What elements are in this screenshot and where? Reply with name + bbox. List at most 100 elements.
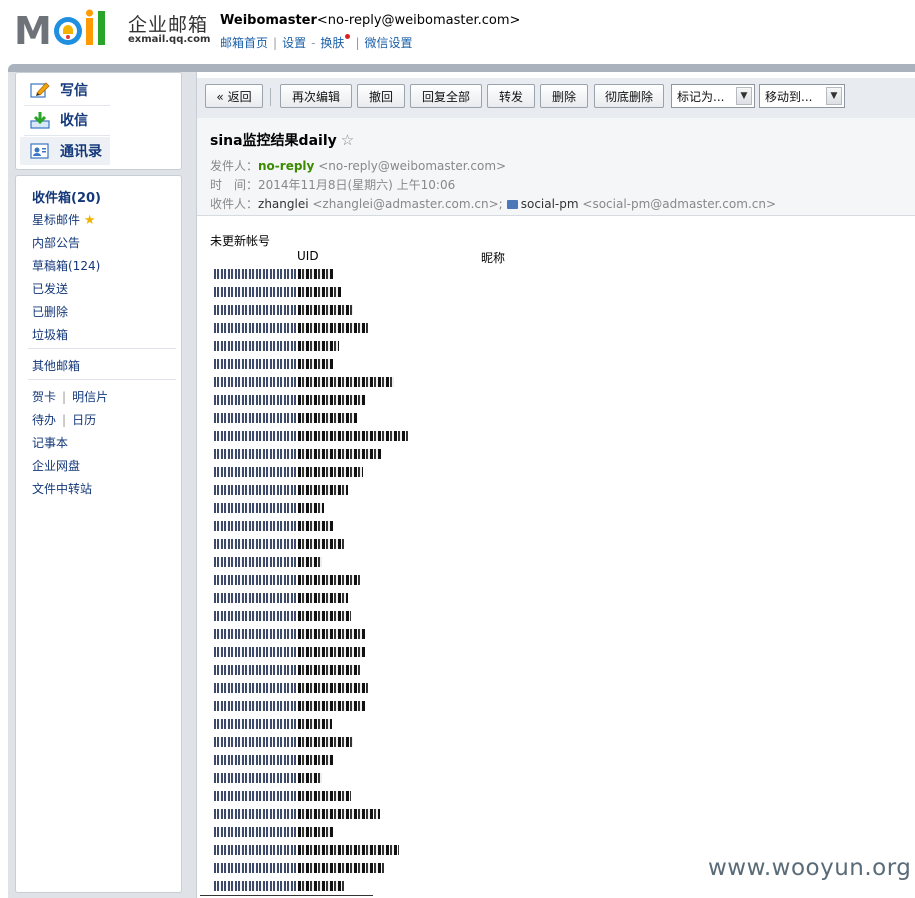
table-row <box>214 715 408 733</box>
chevron-down-icon: ▼ <box>826 87 842 105</box>
redacted-uid <box>214 629 296 639</box>
chevron-down-icon: ▼ <box>736 87 752 105</box>
tool-file-transfer[interactable]: 文件中转站 <box>32 480 92 497</box>
redacted-nickname <box>298 377 394 387</box>
receive-button[interactable]: 收信 <box>30 108 88 132</box>
redacted-uid <box>214 791 296 801</box>
redacted-nickname <box>298 791 351 801</box>
link-wechat-settings[interactable]: 微信设置 <box>364 36 412 50</box>
message-header: sina监控结果daily ☆ 发件人：no-reply <no-reply@we… <box>197 118 915 216</box>
redacted-nickname <box>298 575 360 585</box>
tools-row-2: 待办 | 日历 <box>32 411 96 428</box>
folder-spam[interactable]: 垃圾箱 <box>32 326 68 343</box>
reedit-button[interactable]: 再次编辑 <box>280 84 352 108</box>
folder-starred-label: 星标邮件 <box>32 213 81 227</box>
receive-label: 收信 <box>60 113 88 129</box>
redacted-uid <box>214 341 296 351</box>
redacted-nickname <box>298 359 334 369</box>
folder-sent[interactable]: 已发送 <box>32 280 68 297</box>
redacted-uid <box>214 413 296 423</box>
table-row <box>214 823 408 841</box>
contacts-button[interactable]: 通讯录 <box>30 139 102 163</box>
table-row <box>214 553 408 571</box>
recipient-name-1[interactable]: zhanglei <box>258 197 309 211</box>
link-settings[interactable]: 设置 <box>282 36 306 50</box>
account-info: Weibomaster<no-reply@weibomaster.com> <box>220 13 520 28</box>
table-row <box>214 661 408 679</box>
link-separator: - <box>311 36 316 50</box>
table-row <box>214 679 408 697</box>
redacted-nickname <box>298 683 368 693</box>
tool-calendar[interactable]: 日历 <box>72 413 96 427</box>
redacted-uid <box>214 863 296 873</box>
time-value: 2014年11月8日(星期六) 上午10:06 <box>258 178 456 192</box>
app-header: M 企业邮箱 exmail.qq.com Weibomaster<no-repl… <box>0 0 915 64</box>
table-row <box>214 733 408 751</box>
sender-email: <no-reply@weibomaster.com> <box>318 159 507 173</box>
table-row <box>214 517 408 535</box>
compose-label: 写信 <box>60 83 88 99</box>
table-row <box>214 859 408 877</box>
recipient-email-1: <zhanglei@admaster.com.cn>; <box>312 197 503 211</box>
mail-toolbar: « 返回 再次编辑 撤回 回复全部 转发 删除 彻底删除 标记为... ▼ 移动到… <box>197 78 915 118</box>
redacted-uid <box>214 881 296 891</box>
account-email: <no-reply@weibomaster.com> <box>316 13 521 28</box>
move-to-select[interactable]: 移动到... ▼ <box>759 84 845 108</box>
table-row <box>214 589 408 607</box>
redacted-uid <box>214 359 296 369</box>
recall-button[interactable]: 撤回 <box>357 84 405 108</box>
folder-drafts[interactable]: 草稿箱(124) <box>32 257 100 274</box>
redacted-uid <box>214 665 296 675</box>
tool-postcard[interactable]: 明信片 <box>72 390 108 404</box>
link-mail-home[interactable]: 邮箱首页 <box>220 36 268 50</box>
folder-inbox[interactable]: 收件箱(20) <box>32 187 101 206</box>
table-row <box>214 463 408 481</box>
group-icon <box>506 200 518 209</box>
contacts-label: 通讯录 <box>60 144 102 160</box>
reply-all-button[interactable]: 回复全部 <box>410 84 482 108</box>
redacted-uid <box>214 287 296 297</box>
folder-deleted[interactable]: 已删除 <box>32 303 68 320</box>
folder-starred[interactable]: 星标邮件 ★ <box>32 211 96 228</box>
link-skin[interactable]: 换肤 <box>320 36 344 50</box>
tool-todo[interactable]: 待办 <box>32 413 56 427</box>
compose-icon <box>30 82 50 98</box>
table-row <box>214 607 408 625</box>
redacted-uid <box>214 593 296 603</box>
tool-notes[interactable]: 记事本 <box>32 434 68 451</box>
back-button[interactable]: « 返回 <box>205 84 263 108</box>
forward-button[interactable]: 转发 <box>487 84 535 108</box>
delete-button[interactable]: 删除 <box>540 84 588 108</box>
body-title: 未更新帐号 <box>210 234 271 248</box>
redacted-nickname <box>298 521 334 531</box>
redacted-uid <box>214 521 296 531</box>
receive-icon <box>30 112 50 129</box>
folder-other[interactable]: 其他邮箱 <box>32 357 80 374</box>
brand-title: 企业邮箱 <box>128 14 209 36</box>
redacted-nickname <box>298 305 353 315</box>
time-label: 时 间： <box>210 178 259 192</box>
redacted-uid <box>214 539 296 549</box>
sender-name[interactable]: no-reply <box>258 159 314 173</box>
table-row <box>214 445 408 463</box>
recipient-name-2[interactable]: social-pm <box>521 197 579 211</box>
redacted-uid <box>214 701 296 711</box>
tool-netdisk[interactable]: 企业网盘 <box>32 457 80 474</box>
table-row <box>214 625 408 643</box>
table-row <box>214 787 408 805</box>
tool-card[interactable]: 贺卡 <box>32 390 56 404</box>
redacted-uid <box>214 467 296 477</box>
mail-logo-icon[interactable]: M <box>14 8 124 50</box>
redacted-nickname <box>298 395 365 405</box>
redacted-uid <box>214 827 296 837</box>
table-row <box>214 391 408 409</box>
table-row <box>214 319 408 337</box>
mark-as-select[interactable]: 标记为... ▼ <box>671 84 755 108</box>
delete-permanently-button[interactable]: 彻底删除 <box>594 84 664 108</box>
redacted-nickname <box>298 269 334 279</box>
folder-notice[interactable]: 内部公告 <box>32 234 80 251</box>
compose-button[interactable]: 写信 <box>30 78 88 102</box>
star-outline-icon[interactable]: ☆ <box>341 131 354 149</box>
new-dot-icon <box>345 34 351 39</box>
link-separator: | <box>355 36 360 50</box>
